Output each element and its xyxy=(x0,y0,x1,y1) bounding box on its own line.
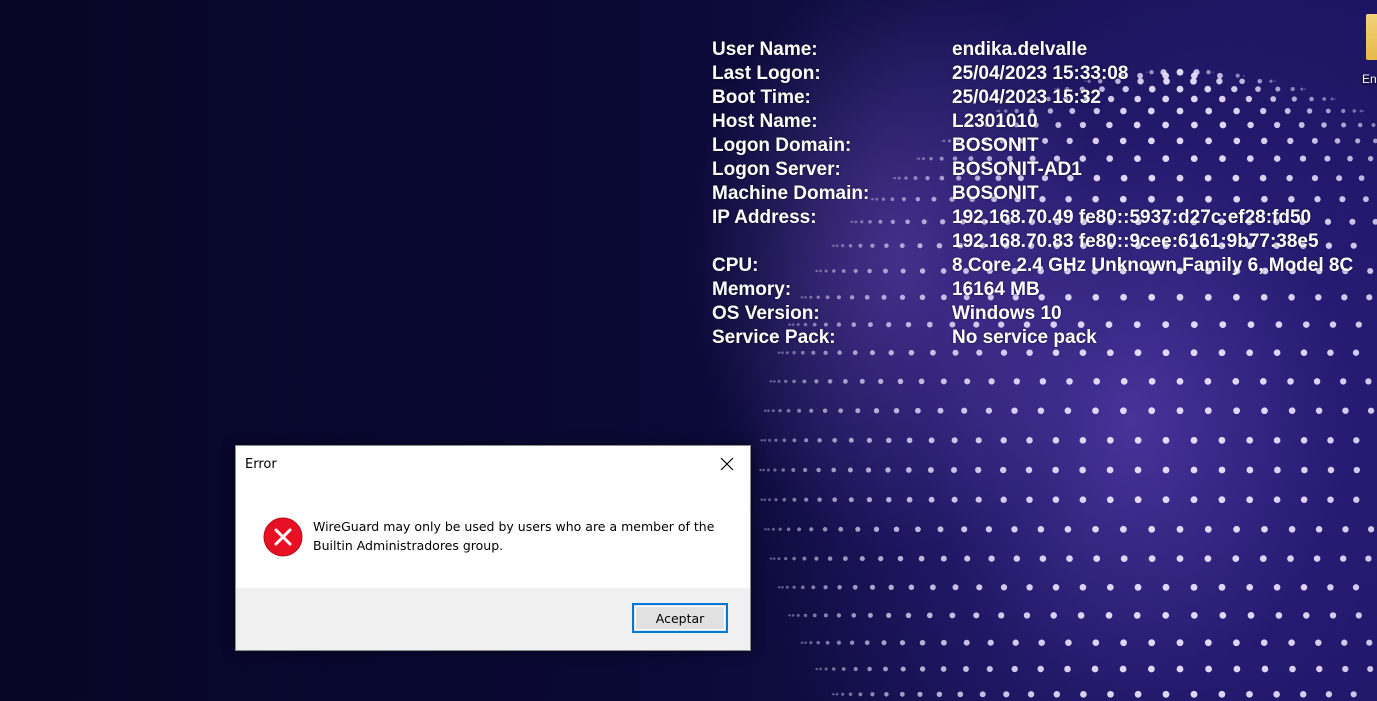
bginfo-value: BOSONIT xyxy=(952,183,1039,204)
folder-icon xyxy=(1366,14,1377,60)
bginfo-row: User Name: endika.delvalle xyxy=(712,38,1353,62)
bginfo-row: Memory: 16164 MB xyxy=(712,278,1353,302)
dialog-footer: Aceptar xyxy=(236,588,750,650)
bginfo-row: Host Name: L2301010 xyxy=(712,110,1353,134)
bginfo-label xyxy=(712,230,952,254)
bginfo-value: BOSONIT-AD1 xyxy=(952,159,1082,180)
dialog-titlebar[interactable]: Error xyxy=(236,446,750,482)
bginfo-row: Last Logon: 25/04/2023 15:33:08 xyxy=(712,62,1353,86)
bginfo-label: Boot Time: xyxy=(712,87,811,108)
dialog-title: Error xyxy=(245,457,277,472)
bginfo-value: 8 Core 2.4 GHz Unknown Family 6, Model 8… xyxy=(952,255,1354,276)
bginfo-value: 25/04/2023 15:32 xyxy=(952,87,1101,108)
bginfo-row: OS Version: Windows 10 xyxy=(712,302,1353,326)
bginfo-overlay: User Name: endika.delvalle Last Logon: 25/… xyxy=(712,38,1353,350)
bginfo-label: Machine Domain: xyxy=(712,183,870,204)
bginfo-label: User Name: xyxy=(712,39,818,60)
bginfo-row: Logon Domain: BOSONIT xyxy=(712,134,1353,158)
bginfo-row: Logon Server: BOSONIT-AD1 xyxy=(712,158,1353,182)
bginfo-value: endika.delvalle xyxy=(952,39,1088,60)
desktop-folder-shortcut[interactable]: En xyxy=(1360,10,1377,90)
bginfo-value: 16164 MB xyxy=(952,279,1040,300)
bginfo-row: IP Address: 192.168.70.49 fe80::5937:d27c… xyxy=(712,206,1353,230)
bginfo-row: Boot Time: 25/04/2023 15:32 xyxy=(712,86,1353,110)
bginfo-row: 192.168.70.83 fe80::9cee:6161:9b77:38e5 xyxy=(712,230,1353,254)
ok-button[interactable]: Aceptar xyxy=(632,603,728,633)
bginfo-label: Host Name: xyxy=(712,111,818,132)
bginfo-value: 25/04/2023 15:33:08 xyxy=(952,63,1129,84)
bginfo-row: CPU: 8 Core 2.4 GHz Unknown Family 6, Mod… xyxy=(712,254,1353,278)
bginfo-value: 192.168.70.49 fe80::5937:d27c:ef28:fd50 xyxy=(952,207,1312,228)
bginfo-label: Last Logon: xyxy=(712,63,821,84)
dialog-message: WireGuard may only be used by users who … xyxy=(313,519,715,553)
bginfo-label: Logon Domain: xyxy=(712,135,852,156)
close-button[interactable] xyxy=(704,446,750,482)
bginfo-label: Service Pack: xyxy=(712,327,836,348)
bginfo-value: 192.168.70.83 fe80::9cee:6161:9b77:38e5 xyxy=(952,231,1319,252)
error-dialog: Error WireGuard may only be used by user… xyxy=(235,445,751,651)
bginfo-label: CPU: xyxy=(712,255,759,276)
bginfo-label: Memory: xyxy=(712,279,792,300)
desktop-icon-label: En xyxy=(1362,72,1377,86)
bginfo-label: Logon Server: xyxy=(712,159,841,180)
dialog-body: WireGuard may only be used by users who … xyxy=(236,482,750,589)
error-icon xyxy=(263,517,303,557)
bginfo-value: L2301010 xyxy=(952,111,1038,132)
bginfo-row: Machine Domain: BOSONIT xyxy=(712,182,1353,206)
bginfo-row: Service Pack: No service pack xyxy=(712,326,1353,350)
bginfo-label: IP Address: xyxy=(712,207,817,228)
bginfo-value: BOSONIT xyxy=(952,135,1039,156)
bginfo-label: OS Version: xyxy=(712,303,820,324)
close-icon xyxy=(720,457,734,471)
bginfo-value: No service pack xyxy=(952,327,1097,348)
bginfo-value: Windows 10 xyxy=(952,303,1062,324)
